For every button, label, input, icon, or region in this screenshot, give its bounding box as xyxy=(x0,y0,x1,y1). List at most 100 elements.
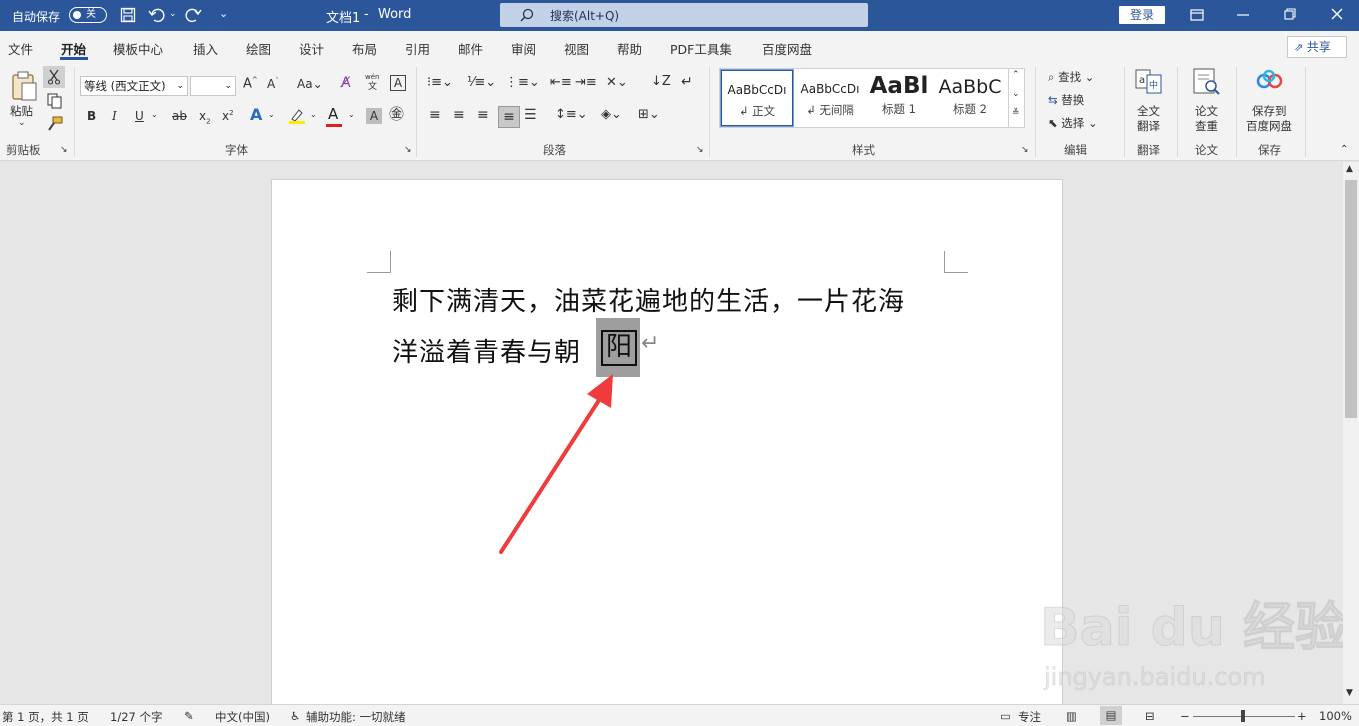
tab-insert[interactable]: 插入 xyxy=(193,39,218,58)
minimize-icon[interactable] xyxy=(1237,13,1249,17)
plagiarism-check-icon[interactable] xyxy=(1192,68,1222,96)
increase-indent-icon[interactable]: ⇥≡ xyxy=(575,76,597,89)
undo-dropdown-icon[interactable]: ⌄ xyxy=(169,9,177,19)
tab-design[interactable]: 设计 xyxy=(299,39,324,58)
change-case-icon[interactable]: Aa⌄ xyxy=(297,78,323,90)
search-box[interactable]: 搜索(Alt+Q) xyxy=(500,3,868,27)
align-right-icon[interactable]: ≡ xyxy=(477,108,489,122)
print-layout-icon[interactable]: ▤ xyxy=(1100,706,1122,725)
login-button[interactable]: 登录 xyxy=(1119,6,1165,24)
copy-icon[interactable] xyxy=(47,93,62,109)
baidu-netdisk-icon[interactable] xyxy=(1255,69,1285,95)
scroll-up-icon[interactable]: ⌃ xyxy=(1012,71,1020,80)
text-effects-dropdown-icon[interactable]: ⌄ xyxy=(268,111,275,119)
scroll-down-arrow-icon[interactable]: ▼ xyxy=(1346,689,1353,698)
underline-dropdown-icon[interactable]: ⌄ xyxy=(151,111,158,119)
scroll-down-icon[interactable]: ⌄ xyxy=(1012,90,1020,99)
tab-view[interactable]: 视图 xyxy=(564,39,589,58)
translate-icon[interactable]: a中 xyxy=(1135,69,1163,95)
page-count[interactable]: 第 1 页，共 1 页 xyxy=(2,709,89,725)
highlight-icon[interactable] xyxy=(288,107,306,125)
style-heading-2[interactable]: AaBbC 标题 2 xyxy=(938,70,1002,126)
shading-icon[interactable]: ◈⌄ xyxy=(601,108,622,121)
tab-pdf-tools[interactable]: PDF工具集 xyxy=(670,39,732,58)
expand-gallery-icon[interactable]: ≚ xyxy=(1012,109,1020,118)
style-heading-1[interactable]: AaBl 标题 1 xyxy=(868,70,930,126)
character-border-icon[interactable]: A xyxy=(390,75,406,91)
redo-icon[interactable] xyxy=(185,6,203,24)
decrease-indent-icon[interactable]: ⇤≡ xyxy=(550,76,572,89)
tab-review[interactable]: 审阅 xyxy=(511,39,536,58)
customize-toolbar-icon[interactable]: ⌄ xyxy=(219,7,228,20)
select-button[interactable]: ⬉ 选择 ⌄ xyxy=(1048,115,1098,131)
tab-file[interactable]: 文件 xyxy=(8,39,33,58)
paragraph-launcher-icon[interactable]: ↘ xyxy=(696,146,704,155)
document-line-2[interactable]: 洋溢着青春与朝 xyxy=(392,332,581,369)
zoom-in-icon[interactable]: + xyxy=(1297,709,1307,723)
collapse-ribbon-icon[interactable]: ⌃ xyxy=(1340,145,1348,155)
tab-mailings[interactable]: 邮件 xyxy=(458,39,483,58)
paste-label[interactable]: 粘贴 xyxy=(10,103,33,119)
focus-mode[interactable]: 专注 xyxy=(1018,709,1041,725)
language[interactable]: 中文(中国) xyxy=(215,709,270,725)
paste-icon[interactable] xyxy=(10,69,38,101)
paper-label-2[interactable]: 查重 xyxy=(1195,118,1218,134)
save-label-1[interactable]: 保存到 xyxy=(1252,103,1287,119)
zoom-slider-thumb[interactable] xyxy=(1241,710,1245,722)
shrink-font-icon[interactable]: Aˇ xyxy=(267,78,279,91)
phonetic-guide-button[interactable]: wén 文 xyxy=(364,74,384,96)
share-button[interactable]: ⇗ 共享 xyxy=(1287,36,1347,58)
word-count[interactable]: 1/27 个字 xyxy=(110,709,162,725)
font-color-dropdown-icon[interactable]: ⌄ xyxy=(348,111,355,119)
tab-baidu-netdisk[interactable]: 百度网盘 xyxy=(762,39,812,58)
paper-label-1[interactable]: 论文 xyxy=(1195,103,1218,119)
highlight-dropdown-icon[interactable]: ⌄ xyxy=(310,111,317,119)
tab-home[interactable]: 开始 xyxy=(61,39,86,58)
find-button[interactable]: ⌕ 查找 ⌄ xyxy=(1048,69,1094,85)
borders-icon[interactable]: ⊞⌄ xyxy=(638,108,660,121)
format-painter-icon[interactable] xyxy=(46,116,63,132)
zoom-out-icon[interactable]: − xyxy=(1180,709,1190,723)
save-icon[interactable] xyxy=(120,7,136,23)
restore-icon[interactable] xyxy=(1284,8,1296,20)
tab-draw[interactable]: 绘图 xyxy=(246,39,271,58)
subscript-icon[interactable]: x2 xyxy=(199,110,211,125)
font-launcher-icon[interactable]: ↘ xyxy=(404,146,412,155)
styles-launcher-icon[interactable]: ↘ xyxy=(1021,146,1029,155)
web-layout-icon[interactable]: ⊟ xyxy=(1145,709,1155,723)
font-color-icon[interactable]: A xyxy=(328,107,338,122)
tab-layout[interactable]: 布局 xyxy=(352,39,377,58)
accessibility-status[interactable]: 辅助功能: 一切就绪 xyxy=(306,709,406,725)
autosave-toggle[interactable]: 关 xyxy=(69,7,107,23)
style-normal[interactable]: AaBbCcDı ↲ 正文 xyxy=(720,69,794,127)
multilevel-list-icon[interactable]: ⋮≡⌄ xyxy=(505,76,540,89)
font-name-combo[interactable]: 等线 (西文正文) ⌄ xyxy=(80,76,188,96)
ribbon-display-options-icon[interactable] xyxy=(1190,8,1204,22)
underline-icon[interactable]: U xyxy=(135,110,144,122)
close-icon[interactable] xyxy=(1331,8,1343,20)
align-center-icon[interactable]: ≡ xyxy=(453,108,465,122)
paste-dropdown-icon[interactable]: ⌄ xyxy=(18,119,26,128)
proofing-icon[interactable]: ✎ xyxy=(184,709,194,723)
justify-icon[interactable]: ≡ xyxy=(498,106,520,128)
undo-icon[interactable] xyxy=(148,6,166,24)
character-shading-icon[interactable]: A xyxy=(366,108,382,124)
strikethrough-icon[interactable]: ab xyxy=(172,110,187,122)
tab-references[interactable]: 引用 xyxy=(405,39,430,58)
selected-character[interactable]: 阳 xyxy=(601,330,637,366)
sort-icon[interactable]: ↓Z xyxy=(651,75,671,88)
zoom-level[interactable]: 100% xyxy=(1319,709,1352,723)
font-size-combo[interactable]: ⌄ xyxy=(190,76,236,96)
align-left-icon[interactable]: ≡ xyxy=(429,108,441,122)
text-effects-icon[interactable]: A xyxy=(250,107,262,123)
tab-templates[interactable]: 模板中心 xyxy=(113,39,163,58)
numbering-icon[interactable]: ⅟≡⌄ xyxy=(467,76,496,89)
read-mode-icon[interactable]: ▥ xyxy=(1066,709,1077,723)
clipboard-launcher-icon[interactable]: ↘ xyxy=(60,146,68,155)
translate-label-1[interactable]: 全文 xyxy=(1137,103,1160,119)
grow-font-icon[interactable]: A^ xyxy=(243,77,258,91)
bold-icon[interactable]: B xyxy=(87,110,96,122)
scroll-up-arrow-icon[interactable]: ▲ xyxy=(1346,165,1353,174)
style-no-spacing[interactable]: AaBbCcDı ↲ 无间隔 xyxy=(794,70,866,126)
translate-label-2[interactable]: 翻译 xyxy=(1137,118,1160,134)
